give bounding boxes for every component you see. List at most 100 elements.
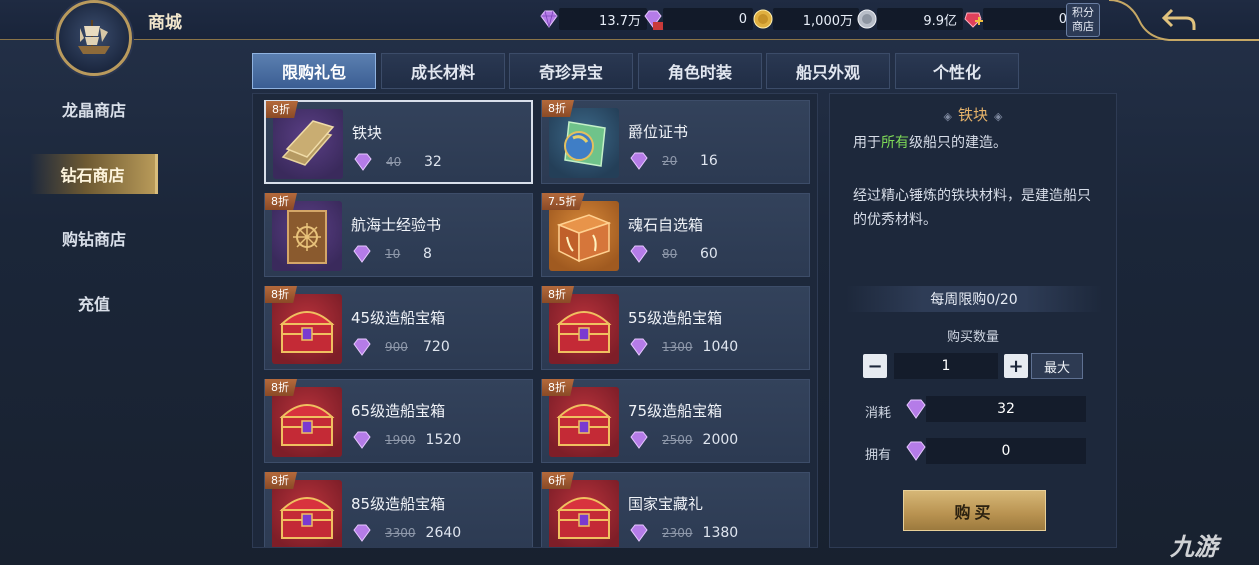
sidebar-item-buy-diamond-shop[interactable]: 购钻商店 xyxy=(30,218,158,258)
item-name: 75级造船宝箱 xyxy=(628,402,723,420)
diamond-icon xyxy=(630,524,648,542)
discount-badge: 8折 xyxy=(265,193,297,210)
original-price: 900 xyxy=(385,340,408,354)
weekly-limit: 每周限购0/20 xyxy=(846,286,1102,312)
price-row: 80 60 xyxy=(628,244,718,264)
diamond-icon xyxy=(630,152,648,170)
points-shop-label-2: 商店 xyxy=(1072,20,1094,33)
diamond-icon xyxy=(354,153,372,171)
tab-limited-packs[interactable]: 限购礼包 xyxy=(252,53,376,89)
original-price: 1900 xyxy=(385,433,416,447)
sale-price: 8 xyxy=(423,246,432,262)
price-row: 20 16 xyxy=(628,151,718,171)
ship-emblem-icon xyxy=(56,0,132,76)
item-card[interactable]: 8折 65级造船宝箱 1900 1520 xyxy=(264,379,533,463)
discount-badge: 8折 xyxy=(265,472,297,489)
price-row: 1900 1520 xyxy=(351,430,461,450)
certificate-icon xyxy=(549,108,619,178)
price-row: 2500 2000 xyxy=(628,430,738,450)
item-card[interactable]: 8折 85级造船宝箱 3300 2640 xyxy=(264,472,533,547)
price-row: 900 720 xyxy=(351,337,450,357)
item-card[interactable]: 8折 55级造船宝箱 1300 1040 xyxy=(541,286,810,370)
buy-button[interactable]: 购买 xyxy=(903,490,1046,531)
discount-badge: 8折 xyxy=(266,101,298,118)
item-card[interactable]: 8折 爵位证书 20 16 xyxy=(541,100,810,184)
treasure-chest-icon xyxy=(272,387,342,457)
currency-silver: 9.9亿 xyxy=(855,7,963,31)
currency-diamond: 13.7万 xyxy=(537,7,647,31)
price-row: 1300 1040 xyxy=(628,337,738,357)
item-card[interactable]: 8折 75级造船宝箱 2500 2000 xyxy=(541,379,810,463)
detail-title: ◈ 铁块 ◈ xyxy=(830,104,1116,125)
item-card[interactable]: 8折 航海士经验书 10 8 xyxy=(264,193,533,277)
tab-personalization[interactable]: 个性化 xyxy=(895,53,1019,89)
diamond-icon xyxy=(353,431,371,449)
item-name: 85级造船宝箱 xyxy=(351,495,446,513)
sale-price: 720 xyxy=(423,339,450,355)
tab-ship-appearance[interactable]: 船只外观 xyxy=(766,53,890,89)
sale-price: 2000 xyxy=(702,432,739,448)
tab-rare-treasures[interactable]: 奇珍异宝 xyxy=(509,53,633,89)
diamond-icon xyxy=(630,338,648,356)
watermark-logo: 九游 xyxy=(1170,533,1218,561)
discount-badge: 8折 xyxy=(542,100,574,117)
item-card[interactable]: 6折 国家宝藏礼 2300 1380 xyxy=(541,472,810,547)
item-name: 45级造船宝箱 xyxy=(351,309,446,327)
item-name: 国家宝藏礼 xyxy=(628,495,704,513)
bound-diamond-icon xyxy=(644,10,663,30)
item-detail-panel: ◈ 铁块 ◈ 用于所有级船只的建造。 经过精心锤炼的铁块材料，是建造船只的优秀材料。… xyxy=(829,93,1117,548)
ruby-icon xyxy=(964,12,983,28)
own-value: 0 xyxy=(926,438,1086,464)
treasure-chest-icon xyxy=(549,480,619,547)
discount-badge: 8折 xyxy=(542,286,574,303)
original-price: 2300 xyxy=(662,526,693,540)
sale-price: 1520 xyxy=(425,432,462,448)
diamond-icon xyxy=(353,338,371,356)
price-row: 3300 2640 xyxy=(351,523,461,543)
treasure-chest-icon xyxy=(549,294,619,364)
sidebar-item-recharge[interactable]: 充值 xyxy=(30,283,158,323)
usage-suffix: 级船只的建造。 xyxy=(909,135,1007,151)
price-row: 10 8 xyxy=(351,244,432,264)
points-shop-button[interactable]: 积分 商店 xyxy=(1066,3,1100,37)
treasure-chest-icon xyxy=(549,387,619,457)
page-title: 商城 xyxy=(148,13,182,33)
points-shop-label-1: 积分 xyxy=(1072,6,1094,19)
back-button[interactable] xyxy=(1160,6,1200,34)
silver-coin-icon xyxy=(857,9,877,29)
ornament-icon: ◈ xyxy=(994,110,1003,123)
detail-usage: 用于所有级船只的建造。 xyxy=(853,132,1007,152)
original-price: 80 xyxy=(662,247,678,261)
item-card[interactable]: 7.5折 魂石自选箱 80 60 xyxy=(541,193,810,277)
usage-prefix: 用于 xyxy=(853,135,881,151)
sidebar-item-dragon-crystal-shop[interactable]: 龙晶商店 xyxy=(30,89,158,129)
ornament-icon: ◈ xyxy=(943,110,952,123)
quantity-label: 购买数量 xyxy=(946,330,999,345)
item-name: 55级造船宝箱 xyxy=(628,309,723,327)
original-price: 20 xyxy=(662,154,678,168)
max-button[interactable]: 最大 xyxy=(1031,353,1083,379)
item-grid: 8折 铁块 40 32 8折 爵位证书 20 16 8折 航海士经验书 10 8… xyxy=(252,93,818,548)
quantity-input[interactable]: 1 xyxy=(894,353,998,379)
currency-value: 0 xyxy=(983,8,1073,30)
discount-badge: 8折 xyxy=(265,286,297,303)
currency-value: 1,000万 xyxy=(773,8,859,30)
decrease-button[interactable]: − xyxy=(863,354,887,378)
tab-growth-materials[interactable]: 成长材料 xyxy=(381,53,505,89)
sale-price: 16 xyxy=(700,153,718,169)
diamond-icon xyxy=(540,10,558,28)
discount-badge: 6折 xyxy=(542,472,574,489)
tab-character-fashion[interactable]: 角色时装 xyxy=(638,53,762,89)
discount-badge: 8折 xyxy=(265,379,297,396)
item-name: 魂石自选箱 xyxy=(628,216,704,234)
currency-value: 0 xyxy=(663,8,753,30)
currency-gold: 1,000万 xyxy=(751,7,859,31)
original-price: 3300 xyxy=(385,526,416,540)
sidebar-item-diamond-shop[interactable]: 钻石商店 xyxy=(30,154,158,194)
currency-value: 13.7万 xyxy=(559,8,647,30)
increase-button[interactable]: + xyxy=(1004,354,1028,378)
cost-label: 消耗 xyxy=(865,406,892,421)
item-card[interactable]: 8折 铁块 40 32 xyxy=(264,100,533,184)
item-card[interactable]: 8折 45级造船宝箱 900 720 xyxy=(264,286,533,370)
cost-value: 32 xyxy=(926,396,1086,422)
